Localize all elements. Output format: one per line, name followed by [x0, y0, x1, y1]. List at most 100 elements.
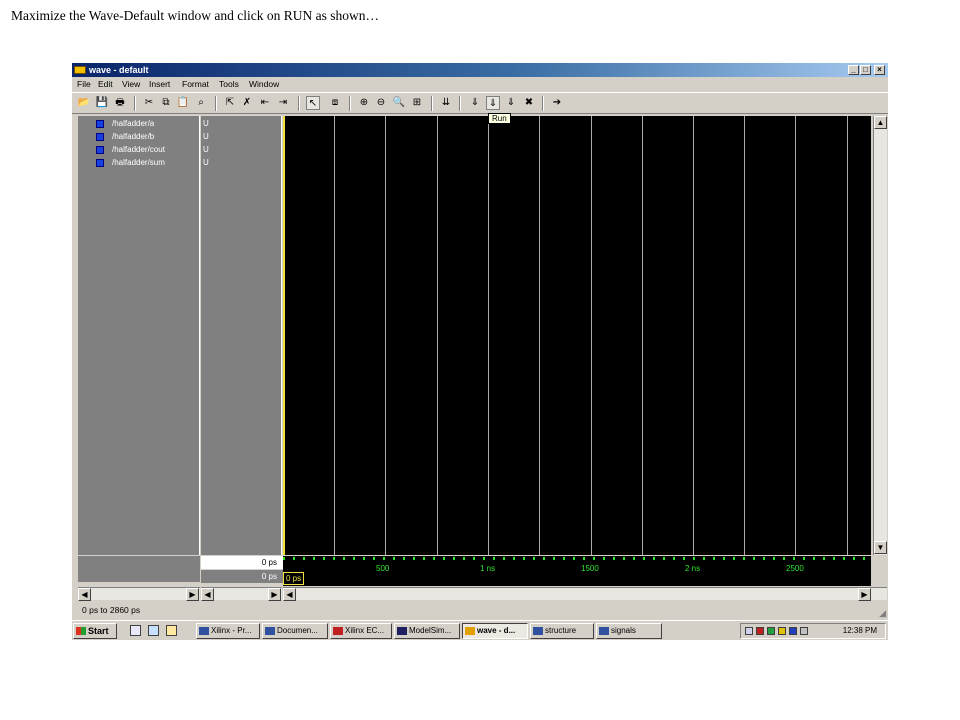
status-bar: 0 ps to 2860 ps ◢	[72, 602, 888, 618]
zoom-full-icon[interactable]: 🔍	[392, 96, 406, 110]
paste-icon[interactable]: 📋	[176, 96, 190, 110]
next-transition-icon[interactable]: ⇥	[276, 96, 290, 110]
time-axis-tick	[863, 557, 865, 560]
zoom-cursor-icon[interactable]: ⊞	[410, 96, 424, 110]
task-structure[interactable]: structure	[530, 623, 594, 639]
scroll-right-icon[interactable]: ▶	[858, 588, 871, 601]
time-axis-tick	[823, 557, 825, 560]
menu-format[interactable]: Format	[182, 79, 209, 90]
outlook-icon[interactable]	[166, 625, 177, 636]
step-icon[interactable]: ➔	[550, 96, 564, 110]
minimize-button[interactable]: _	[848, 65, 859, 75]
run-icon[interactable]: ⇓	[486, 96, 500, 110]
select-mode-icon[interactable]: ↖	[306, 96, 320, 110]
break-icon[interactable]: ✖	[522, 96, 536, 110]
time-axis-tick	[783, 557, 785, 560]
title-bar[interactable]: wave - default _ □ ×	[72, 63, 888, 77]
scroll-right-icon[interactable]: ▶	[268, 588, 281, 601]
cursor-time-label[interactable]: 0 ps	[283, 572, 305, 585]
time-axis-tick	[853, 557, 855, 560]
run-continue-icon[interactable]: ⇓	[504, 96, 518, 110]
resize-grip-icon[interactable]: ◢	[879, 605, 886, 621]
tray-io-icon[interactable]	[789, 627, 797, 635]
time-axis-tick	[773, 557, 775, 560]
internet-explorer-icon[interactable]	[148, 625, 159, 636]
find-icon[interactable]: ⌕	[194, 96, 208, 110]
grid-line	[539, 116, 540, 555]
time-axis-tick	[723, 557, 725, 560]
time-axis-label: 1500	[581, 564, 599, 573]
maximize-button[interactable]: □	[860, 65, 871, 75]
scroll-up-icon[interactable]: ▲	[874, 116, 887, 129]
tray-printer-icon[interactable]	[800, 627, 808, 635]
scroll-down-icon[interactable]: ▼	[874, 541, 887, 554]
waveform-pane[interactable]	[283, 116, 871, 555]
insert-cursor-icon[interactable]: ⇱	[223, 96, 237, 110]
time-axis-label: 1 ns	[480, 564, 496, 573]
close-button[interactable]: ×	[874, 65, 885, 75]
grid-line	[847, 116, 848, 555]
time-cursor[interactable]	[283, 116, 285, 555]
time-range-status: 0 ps to 2860 ps	[82, 605, 141, 615]
task-document[interactable]: Documen...	[262, 623, 328, 639]
save-icon[interactable]: 💾	[95, 96, 109, 110]
delete-cursor-icon[interactable]: ✗	[240, 96, 254, 110]
scroll-left-icon[interactable]: ◀	[78, 588, 91, 601]
tray-search-icon[interactable]	[745, 627, 753, 635]
time-axis-tick	[513, 557, 515, 560]
grid-line	[642, 116, 643, 555]
start-button[interactable]: Start	[73, 623, 117, 639]
menu-file[interactable]: File	[77, 79, 91, 90]
values-hscrollbar[interactable]: ◀ ▶	[201, 587, 282, 601]
vertical-scrollbar[interactable]: ▲ ▼	[873, 116, 887, 555]
zoom-in-icon[interactable]: ⊕	[357, 96, 371, 110]
run-tooltip: Run	[488, 113, 511, 124]
task-xilinx-project[interactable]: Xilinx - Pr...	[196, 623, 260, 639]
cut-icon[interactable]: ✂	[142, 96, 156, 110]
task-signals[interactable]: signals	[596, 623, 662, 639]
wave-hscrollbar[interactable]: ◀ ▶	[283, 587, 887, 601]
prev-transition-icon[interactable]: ⇤	[258, 96, 272, 110]
tray-app-icon[interactable]	[778, 627, 786, 635]
tray-network-icon[interactable]	[767, 627, 775, 635]
grid-line	[693, 116, 694, 555]
open-icon[interactable]: 📂	[77, 96, 91, 110]
signal-name: /halfadder/cout	[112, 145, 165, 154]
copy-icon[interactable]: ⧉	[159, 96, 173, 110]
time-axis-tick	[333, 557, 335, 560]
menu-edit[interactable]: Edit	[98, 79, 113, 90]
task-wave-default[interactable]: wave - d...	[462, 623, 528, 639]
task-modelsim[interactable]: ModelSim...	[394, 623, 460, 639]
toolbar-separator	[298, 96, 300, 111]
signal-names-pane: /halfadder/a /halfadder/b /halfadder/cou…	[78, 116, 200, 555]
scroll-left-icon[interactable]: ◀	[283, 588, 296, 601]
menu-insert[interactable]: Insert	[149, 79, 170, 90]
run-length-icon[interactable]: ⇓	[468, 96, 482, 110]
restart-icon[interactable]: ⇊	[439, 96, 453, 110]
time-axis-tick	[673, 557, 675, 560]
scroll-right-icon[interactable]: ▶	[186, 588, 199, 601]
time-axis: 500 1 ns 1500 2 ns 2500 0 ps	[283, 556, 871, 586]
system-tray: 12:38 PM	[740, 623, 886, 639]
menu-window[interactable]: Window	[249, 79, 279, 90]
menu-tools[interactable]: Tools	[219, 79, 239, 90]
grid-line	[385, 116, 386, 555]
show-desktop-icon[interactable]	[130, 625, 141, 636]
scroll-left-icon[interactable]: ◀	[201, 588, 214, 601]
time-axis-tick	[523, 557, 525, 560]
time-axis-tick	[733, 557, 735, 560]
zoom-mode-icon[interactable]: ⧈	[328, 96, 342, 110]
print-icon[interactable]: 🖶	[113, 96, 127, 110]
names-hscrollbar[interactable]: ◀ ▶	[78, 587, 200, 601]
menu-view[interactable]: View	[122, 79, 140, 90]
signal-value: U	[203, 158, 209, 167]
signal-icon	[96, 120, 104, 128]
toolbar: 📂 💾 🖶 ✂ ⧉ 📋 ⌕ ⇱ ✗ ⇤ ⇥ ↖ ⧈ ⊕ ⊖ 🔍 ⊞ ⇊ ⇓ ⇓ …	[72, 92, 888, 114]
task-xilinx-ecs[interactable]: Xilinx EC...	[330, 623, 392, 639]
zoom-out-icon[interactable]: ⊖	[374, 96, 388, 110]
word-icon	[265, 627, 275, 635]
time-axis-tick	[543, 557, 545, 560]
tray-shield-icon[interactable]	[756, 627, 764, 635]
time-axis-tick	[583, 557, 585, 560]
time-axis-tick	[623, 557, 625, 560]
